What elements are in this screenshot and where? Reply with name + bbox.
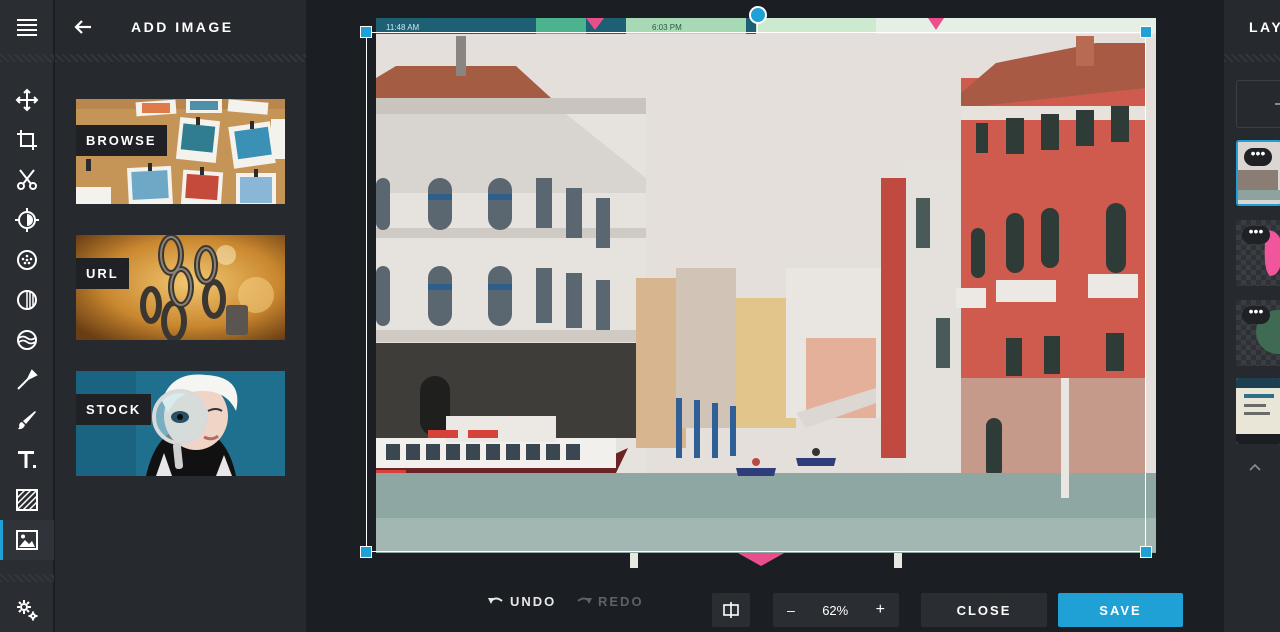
save-label: SAVE bbox=[1099, 602, 1142, 618]
close-label: CLOSE bbox=[956, 602, 1012, 618]
resize-handle-top-left[interactable] bbox=[360, 26, 372, 38]
retouch-icon bbox=[17, 369, 38, 390]
settings-icon bbox=[17, 600, 38, 621]
tool-draw[interactable] bbox=[0, 400, 54, 440]
tool-add-image[interactable] bbox=[0, 520, 54, 560]
effects-icon bbox=[17, 290, 37, 310]
rail-divider bbox=[0, 54, 54, 62]
tool-effects[interactable] bbox=[0, 280, 54, 320]
source-url-label: URL bbox=[76, 258, 129, 289]
zoom-out-button[interactable]: – bbox=[787, 602, 795, 618]
zoom-level: 62% bbox=[822, 602, 849, 618]
settings-button[interactable] bbox=[0, 590, 54, 630]
redo-icon bbox=[577, 597, 592, 604]
tool-cutout[interactable] bbox=[0, 160, 54, 200]
tool-text[interactable] bbox=[0, 440, 54, 480]
undo-button[interactable]: UNDO bbox=[488, 594, 556, 609]
resize-handle-bottom-left[interactable] bbox=[360, 546, 372, 558]
rotate-handle[interactable] bbox=[749, 6, 767, 24]
status-time-left: 11:48 AM bbox=[386, 23, 420, 32]
compare-button[interactable] bbox=[712, 593, 750, 627]
layer-item-screenshot[interactable] bbox=[1236, 378, 1280, 444]
layer-item-photo[interactable]: ••• bbox=[1236, 140, 1280, 206]
photo-editor-app: ADD IMAGE BROWSE URL STOCK 11:48 AM 6:03… bbox=[0, 0, 1280, 632]
source-browse[interactable]: BROWSE bbox=[76, 99, 285, 204]
tool-adjust[interactable] bbox=[0, 200, 54, 240]
draw-icon bbox=[18, 411, 36, 430]
move-icon bbox=[15, 88, 39, 112]
add-image-icon bbox=[16, 530, 38, 550]
filter-icon bbox=[17, 250, 37, 270]
cutout-icon bbox=[17, 169, 37, 190]
compare-icon bbox=[723, 602, 739, 618]
layer-options-button[interactable]: ••• bbox=[1242, 224, 1270, 244]
tool-move[interactable] bbox=[0, 80, 54, 120]
overlay-icon bbox=[17, 330, 37, 350]
menu-button[interactable] bbox=[0, 0, 54, 54]
source-url[interactable]: URL bbox=[76, 235, 285, 340]
layer-options-button[interactable]: ••• bbox=[1244, 146, 1272, 166]
tool-retouch[interactable] bbox=[0, 360, 54, 400]
zoom-control: – 62% + bbox=[773, 593, 899, 627]
back-arrow-icon[interactable] bbox=[73, 17, 93, 37]
plus-icon bbox=[1275, 103, 1280, 105]
undo-label: UNDO bbox=[510, 594, 557, 609]
adjust-icon bbox=[15, 208, 39, 232]
zoom-in-button[interactable]: + bbox=[876, 601, 885, 619]
texture-icon bbox=[16, 489, 38, 511]
layer-screenshot-thumbnail bbox=[1236, 378, 1280, 444]
source-stock[interactable]: STOCK bbox=[76, 371, 285, 476]
layer-item-sticker-green[interactable]: ••• bbox=[1236, 300, 1280, 366]
tool-overlay[interactable] bbox=[0, 320, 54, 360]
resize-handle-bottom-right[interactable] bbox=[1140, 546, 1152, 558]
text-icon bbox=[18, 451, 36, 468]
panel-header: ADD IMAGE bbox=[55, 0, 306, 54]
tool-filter[interactable] bbox=[0, 240, 54, 280]
layers-panel: LAYERS ••• ••• ••• bbox=[1224, 0, 1280, 632]
panel-title: ADD IMAGE bbox=[131, 19, 234, 35]
resize-handle-top-right[interactable] bbox=[1140, 26, 1152, 38]
redo-label: REDO bbox=[598, 594, 644, 609]
source-browse-label: BROWSE bbox=[76, 125, 167, 156]
close-button[interactable]: CLOSE bbox=[921, 593, 1047, 627]
tool-texture[interactable] bbox=[0, 480, 54, 520]
add-layer-button[interactable] bbox=[1236, 80, 1280, 128]
layer-options-button[interactable]: ••• bbox=[1242, 304, 1270, 324]
undo-icon bbox=[488, 597, 503, 604]
layers-title: LAYERS bbox=[1249, 19, 1280, 35]
source-stock-label: STOCK bbox=[76, 394, 152, 425]
bottom-toolbar: UNDO REDO – 62% + CLOSE SAVE bbox=[306, 578, 1224, 632]
rail-divider-bottom bbox=[0, 574, 54, 582]
add-image-panel: ADD IMAGE BROWSE URL STOCK bbox=[55, 0, 306, 632]
selection-box[interactable] bbox=[366, 32, 1146, 552]
layers-divider bbox=[1224, 54, 1280, 62]
save-button[interactable]: SAVE bbox=[1058, 593, 1183, 627]
status-time-mid: 6:03 PM bbox=[652, 23, 682, 32]
crop-icon bbox=[17, 130, 37, 150]
redo-button[interactable]: REDO bbox=[576, 594, 644, 609]
menu-icon bbox=[17, 19, 37, 36]
panel-divider bbox=[55, 54, 306, 62]
canvas-stage: 11:48 AM 6:03 PM bbox=[306, 0, 1224, 578]
layer-item-sticker-pink[interactable]: ••• bbox=[1236, 220, 1280, 286]
tool-crop[interactable] bbox=[0, 120, 54, 160]
tool-rail bbox=[0, 0, 54, 632]
chevron-up-icon[interactable] bbox=[1249, 463, 1261, 471]
